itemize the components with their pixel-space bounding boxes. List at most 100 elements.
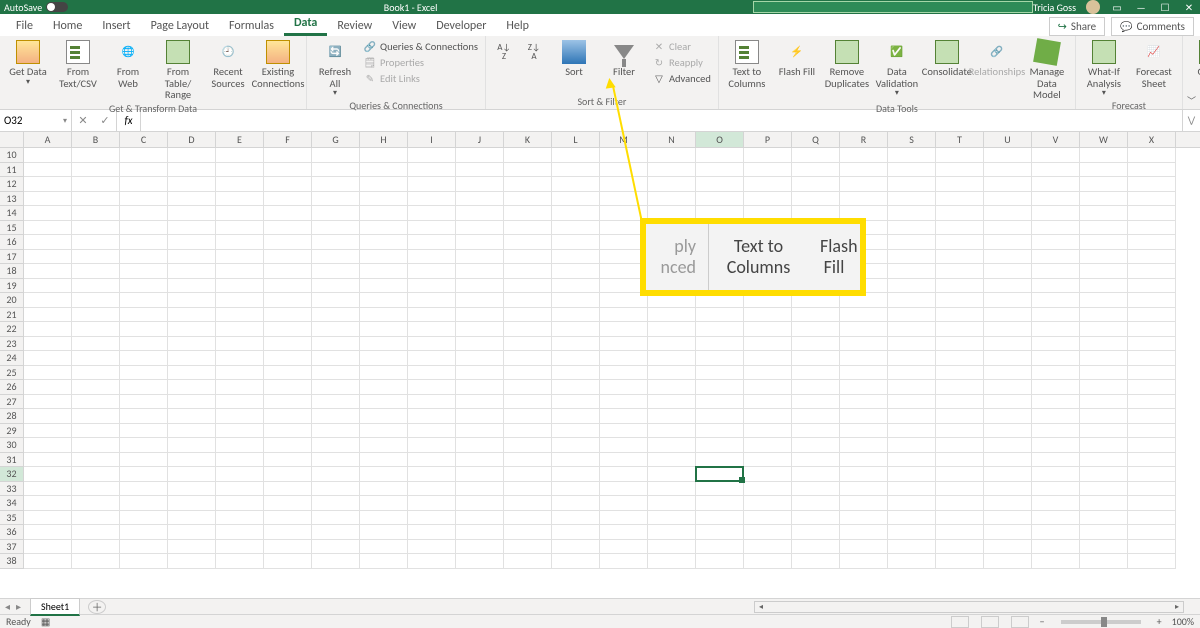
cell[interactable] [24, 525, 72, 540]
cell[interactable] [1032, 279, 1080, 294]
row-header-27[interactable]: 27 [0, 395, 24, 410]
cell[interactable] [744, 525, 792, 540]
cell[interactable] [936, 337, 984, 352]
cell[interactable] [24, 467, 72, 482]
cell[interactable] [264, 148, 312, 163]
cell[interactable] [696, 163, 744, 178]
cell[interactable] [504, 453, 552, 468]
cell[interactable] [408, 148, 456, 163]
spreadsheet-grid[interactable]: ABCDEFGHIJKLMNOPQRSTUVWX 101112131415161… [0, 132, 1200, 598]
cell[interactable] [72, 192, 120, 207]
cell[interactable] [504, 380, 552, 395]
cell[interactable] [456, 409, 504, 424]
cell[interactable] [168, 177, 216, 192]
cell[interactable] [1128, 409, 1176, 424]
row-header-10[interactable]: 10 [0, 148, 24, 163]
cell[interactable] [552, 511, 600, 526]
cell[interactable] [24, 511, 72, 526]
cell[interactable] [456, 279, 504, 294]
cell[interactable] [840, 177, 888, 192]
cell[interactable] [216, 467, 264, 482]
queries-connections-button[interactable]: 🔗Queries & Connections [361, 39, 481, 54]
cell[interactable] [72, 322, 120, 337]
cell[interactable] [840, 337, 888, 352]
cell[interactable] [648, 525, 696, 540]
cell[interactable] [888, 163, 936, 178]
cell[interactable] [456, 293, 504, 308]
cell[interactable] [312, 453, 360, 468]
cell[interactable] [72, 467, 120, 482]
cell[interactable] [408, 540, 456, 555]
cell[interactable] [840, 438, 888, 453]
row-header-16[interactable]: 16 [0, 235, 24, 250]
cell[interactable] [888, 409, 936, 424]
cell[interactable] [168, 482, 216, 497]
cell[interactable] [168, 250, 216, 265]
cell[interactable] [24, 554, 72, 569]
cell[interactable] [984, 279, 1032, 294]
cell[interactable] [216, 380, 264, 395]
cell[interactable] [984, 424, 1032, 439]
cell[interactable] [168, 163, 216, 178]
cell[interactable] [120, 380, 168, 395]
cell[interactable] [1032, 482, 1080, 497]
cell[interactable] [456, 337, 504, 352]
cell[interactable] [456, 554, 504, 569]
cell[interactable] [216, 206, 264, 221]
what-if-button[interactable]: What-If Analysis [1080, 38, 1128, 98]
cell[interactable] [408, 496, 456, 511]
cell[interactable] [792, 380, 840, 395]
cell[interactable] [1128, 511, 1176, 526]
cell[interactable] [1128, 554, 1176, 569]
cell[interactable] [552, 482, 600, 497]
cell[interactable] [600, 192, 648, 207]
cell[interactable] [72, 163, 120, 178]
cell[interactable] [888, 525, 936, 540]
cell[interactable] [72, 409, 120, 424]
cell[interactable] [552, 308, 600, 323]
cell[interactable] [1080, 322, 1128, 337]
cell[interactable] [360, 453, 408, 468]
cell[interactable] [456, 235, 504, 250]
cell[interactable] [1080, 206, 1128, 221]
cell[interactable] [456, 206, 504, 221]
cell[interactable] [216, 293, 264, 308]
cell[interactable] [984, 395, 1032, 410]
cell[interactable] [552, 148, 600, 163]
cell[interactable] [72, 453, 120, 468]
cell[interactable] [888, 540, 936, 555]
cell[interactable] [168, 308, 216, 323]
cell[interactable] [600, 337, 648, 352]
cell[interactable] [792, 424, 840, 439]
cell[interactable] [264, 206, 312, 221]
cell[interactable] [216, 554, 264, 569]
remove-duplicates-button[interactable]: Remove Duplicates [823, 38, 871, 89]
cell[interactable] [504, 395, 552, 410]
cell[interactable] [456, 525, 504, 540]
cell[interactable] [168, 467, 216, 482]
cell[interactable] [312, 496, 360, 511]
cell[interactable] [1128, 177, 1176, 192]
column-header-J[interactable]: J [456, 132, 504, 147]
cell[interactable] [360, 264, 408, 279]
cell[interactable] [72, 438, 120, 453]
cell[interactable] [312, 511, 360, 526]
cell[interactable] [360, 554, 408, 569]
cell[interactable] [840, 380, 888, 395]
cell[interactable] [72, 235, 120, 250]
cell[interactable] [1032, 467, 1080, 482]
column-header-O[interactable]: O [696, 132, 744, 147]
cell[interactable] [1080, 395, 1128, 410]
cell[interactable] [1080, 308, 1128, 323]
cell[interactable] [456, 322, 504, 337]
cell[interactable] [1032, 409, 1080, 424]
cell[interactable] [360, 206, 408, 221]
cell[interactable] [360, 192, 408, 207]
cell[interactable] [312, 424, 360, 439]
cell[interactable] [984, 264, 1032, 279]
cell[interactable] [888, 148, 936, 163]
cell[interactable] [408, 308, 456, 323]
cell[interactable] [312, 293, 360, 308]
cell[interactable] [24, 206, 72, 221]
cell[interactable] [264, 221, 312, 236]
